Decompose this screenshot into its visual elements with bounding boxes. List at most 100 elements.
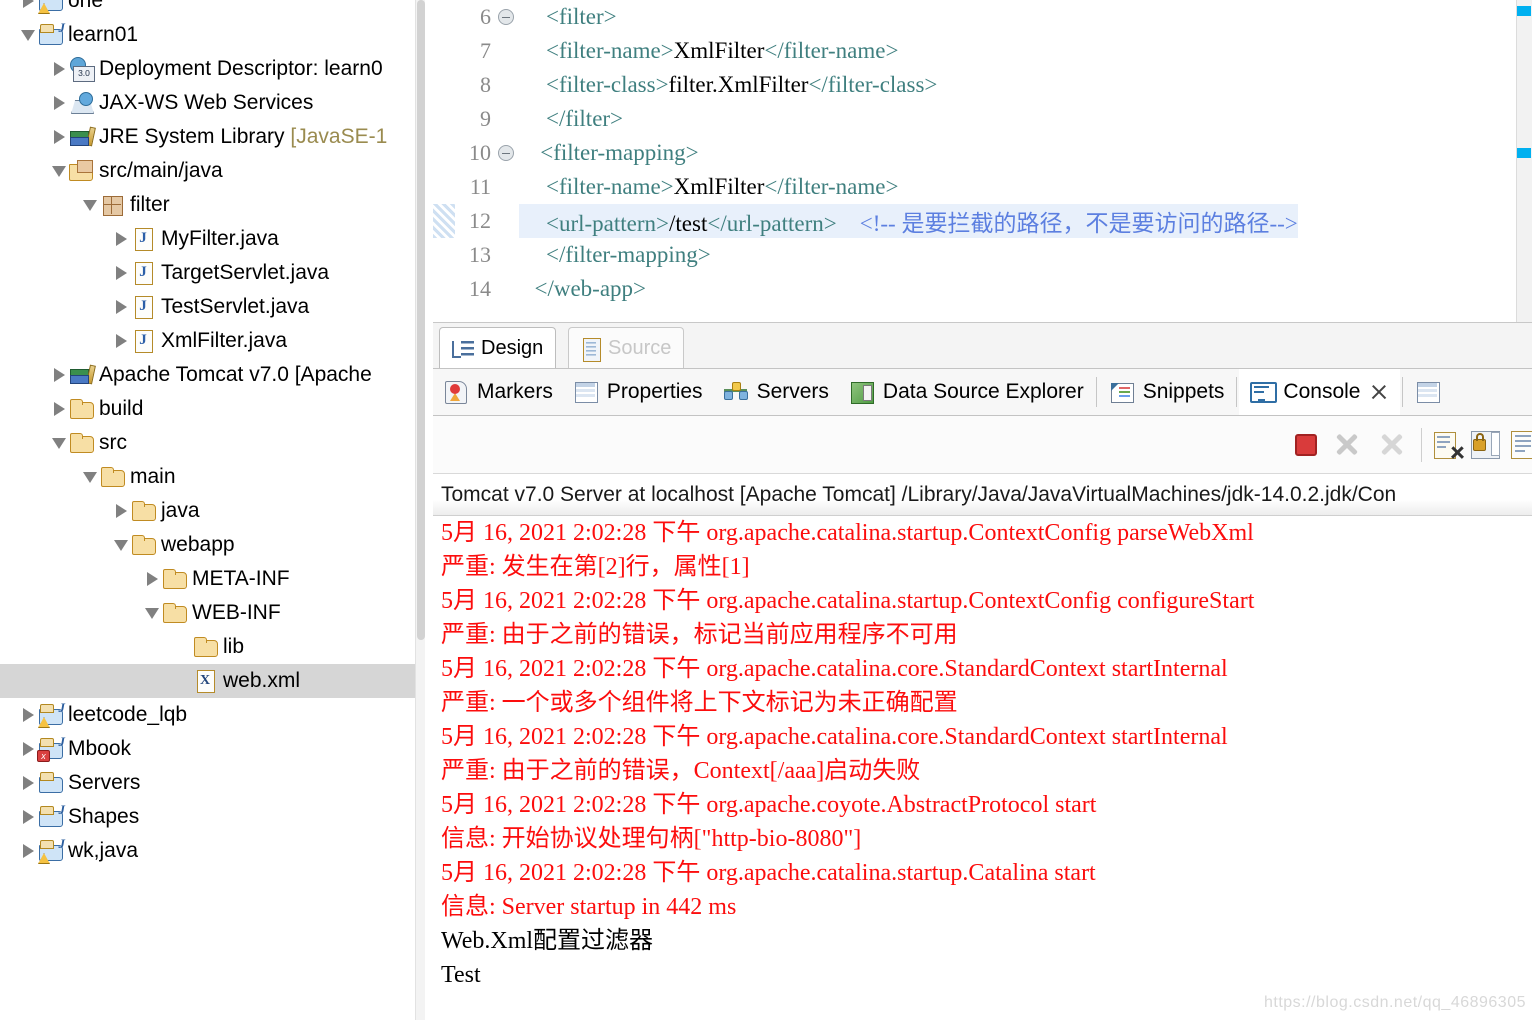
console-log-lines: 5月 16, 2021 2:02:28 下午 org.apache.catali… (441, 516, 1532, 992)
twisty-expanded-icon[interactable] (142, 596, 162, 630)
twisty-collapsed-icon[interactable] (18, 800, 38, 834)
editor-tab-bar[interactable]: Design Source (433, 322, 1532, 368)
tree-item-servers[interactable]: Servers (0, 766, 415, 800)
twisty-collapsed-icon[interactable] (49, 86, 69, 120)
code-line[interactable]: 6 <filter> (433, 0, 1532, 34)
jax-ws-icon (69, 91, 95, 115)
close-icon[interactable] (1368, 381, 1390, 403)
clear-console-button[interactable] (1433, 430, 1463, 460)
console-icon (1249, 380, 1275, 404)
views-tab-bar[interactable]: Markers Properties Servers Data Source E… (433, 368, 1532, 416)
tree-item-src-main-java[interactable]: src/main/java (0, 154, 415, 188)
tree-item-mbook[interactable]: JxMbook (0, 732, 415, 766)
tree-item-deployment-descriptor-learn0[interactable]: Deployment Descriptor: learn0 (0, 52, 415, 86)
tree-item-wk-java[interactable]: Jwk,java (0, 834, 415, 868)
twisty-expanded-icon[interactable] (49, 154, 69, 188)
scroll-lock-button[interactable] (1471, 430, 1501, 460)
snippets-icon (1109, 380, 1135, 404)
tree-item-myfilter-java[interactable]: MyFilter.java (0, 222, 415, 256)
twisty-collapsed-icon[interactable] (111, 494, 131, 528)
console-toolbar[interactable] (433, 416, 1532, 474)
code-token-tag: <filter-class> (523, 72, 669, 97)
twisty-collapsed-icon[interactable] (18, 0, 38, 18)
code-line[interactable]: 12 <url-pattern>/test</url-pattern> <!--… (433, 204, 1532, 238)
tree-item-meta-inf[interactable]: META-INF (0, 562, 415, 596)
twisty-collapsed-icon[interactable] (49, 358, 69, 392)
console-line: 5月 16, 2021 2:02:28 下午 org.apache.catali… (441, 584, 1532, 618)
tab-design[interactable]: Design (439, 327, 556, 369)
code-line[interactable]: 13 </filter-mapping> (433, 238, 1532, 272)
twisty-collapsed-icon[interactable] (18, 698, 38, 732)
code-text: <filter-name>XmlFilter</filter-name> (519, 174, 898, 200)
twisty-collapsed-icon[interactable] (18, 732, 38, 766)
tree-item-jax-ws-web-services[interactable]: JAX-WS Web Services (0, 86, 415, 120)
fold-collapse-icon[interactable] (493, 9, 519, 25)
tab-markers[interactable]: Markers (433, 369, 563, 415)
tree-item-targetservlet-java[interactable]: TargetServlet.java (0, 256, 415, 290)
tree-item-src[interactable]: src (0, 426, 415, 460)
tab-snippets[interactable]: Snippets (1099, 369, 1235, 415)
tree-item-shapes[interactable]: JShapes (0, 800, 415, 834)
project-explorer[interactable]: JoneJlearn01Deployment Descriptor: learn… (0, 0, 425, 1020)
twisty-collapsed-icon[interactable] (111, 222, 131, 256)
tree-item-learn01[interactable]: Jlearn01 (0, 18, 415, 52)
twisty-expanded-icon[interactable] (80, 188, 100, 222)
tree-item-jre-system-library[interactable]: JRE System Library [JavaSE-1 (0, 120, 415, 154)
annotation-marker[interactable] (1517, 6, 1531, 16)
code-line[interactable]: 7 <filter-name>XmlFilter</filter-name> (433, 34, 1532, 68)
twisty-collapsed-icon[interactable] (49, 392, 69, 426)
tree-item-build[interactable]: build (0, 392, 415, 426)
twisty-collapsed-icon[interactable] (18, 766, 38, 800)
console-output[interactable]: 5月 16, 2021 2:02:28 下午 org.apache.catali… (433, 516, 1532, 1020)
tree-item-label: Shapes (68, 805, 139, 829)
terminate-button[interactable] (1295, 434, 1317, 456)
code-line[interactable]: 14 </web-app> (433, 272, 1532, 306)
editor-code-area[interactable]: 6 <filter>7 <filter-name>XmlFilter</filt… (433, 0, 1532, 306)
xml-editor[interactable]: 6 <filter>7 <filter-name>XmlFilter</filt… (433, 0, 1532, 322)
tree-item-web-xml[interactable]: web.xml (0, 664, 415, 698)
tab-console[interactable]: Console (1239, 369, 1400, 415)
tree-item-web-inf[interactable]: WEB-INF (0, 596, 415, 630)
twisty-collapsed-icon[interactable] (142, 562, 162, 596)
remove-launch-button[interactable] (1333, 430, 1363, 460)
explorer-scrollbar[interactable] (415, 0, 425, 1020)
twisty-collapsed-icon[interactable] (49, 52, 69, 86)
tree-item-xmlfilter-java[interactable]: XmlFilter.java (0, 324, 415, 358)
editor-annotation-ruler[interactable] (1516, 0, 1532, 322)
twisty-collapsed-icon[interactable] (111, 290, 131, 324)
pin-console-button[interactable] (1511, 430, 1532, 460)
twisty-collapsed-icon[interactable] (111, 256, 131, 290)
tab-source[interactable]: Source (568, 327, 684, 369)
twisty-collapsed-icon[interactable] (49, 120, 69, 154)
tree-item-label: web.xml (223, 669, 300, 693)
tree-item-webapp[interactable]: webapp (0, 528, 415, 562)
tree-item-filter[interactable]: filter (0, 188, 415, 222)
explorer-scrollbar-thumb[interactable] (417, 0, 425, 640)
tree-item-main[interactable]: main (0, 460, 415, 494)
twisty-collapsed-icon[interactable] (111, 324, 131, 358)
tab-properties[interactable]: Properties (563, 369, 713, 415)
twisty-collapsed-icon[interactable] (18, 834, 38, 868)
tab-servers[interactable]: Servers (713, 369, 839, 415)
tree-item-leetcode-lqb[interactable]: Jleetcode_lqb (0, 698, 415, 732)
tab-data-source-explorer[interactable]: Data Source Explorer (839, 369, 1094, 415)
fold-collapse-icon[interactable] (493, 145, 519, 161)
tab-overflow[interactable] (1405, 369, 1451, 415)
tree-item-lib[interactable]: lib (0, 630, 415, 664)
tree-item-apache-tomcat-v7-0-apache[interactable]: Apache Tomcat v7.0 [Apache (0, 358, 415, 392)
tree-item-testservlet-java[interactable]: TestServlet.java (0, 290, 415, 324)
tree-item-java[interactable]: java (0, 494, 415, 528)
line-number: 7 (433, 38, 493, 64)
twisty-expanded-icon[interactable] (80, 460, 100, 494)
code-line[interactable]: 10 <filter-mapping> (433, 136, 1532, 170)
twisty-expanded-icon[interactable] (18, 18, 38, 52)
twisty-expanded-icon[interactable] (49, 426, 69, 460)
twisty-expanded-icon[interactable] (111, 528, 131, 562)
code-line[interactable]: 11 <filter-name>XmlFilter</filter-name> (433, 170, 1532, 204)
remove-all-launches-button[interactable] (1378, 430, 1408, 460)
tree-item-one[interactable]: Jone (0, 0, 415, 18)
tree-item-label: lib (223, 635, 244, 659)
annotation-marker[interactable] (1517, 148, 1531, 158)
code-line[interactable]: 8 <filter-class>filter.XmlFilter</filter… (433, 68, 1532, 102)
code-line[interactable]: 9 </filter> (433, 102, 1532, 136)
